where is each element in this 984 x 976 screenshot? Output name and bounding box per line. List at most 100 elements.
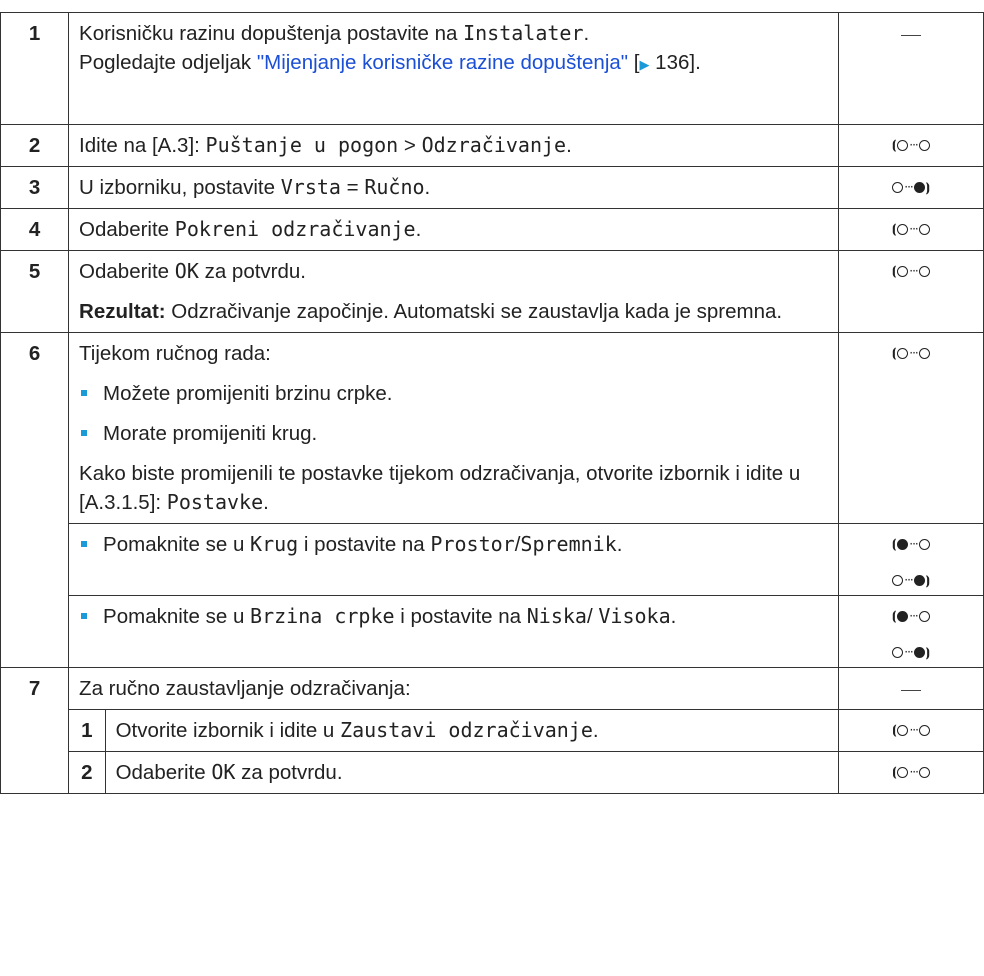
step-row-2: 2 Idite na [A.3]: Puštanje u pogon > Odz… — [0, 124, 984, 167]
text: Odaberite — [79, 260, 175, 283]
step-number: 5 — [0, 250, 70, 333]
step-number: 4 — [0, 208, 70, 251]
step-text: U izborniku, postavite Vrsta = Ručno. — [68, 166, 839, 209]
text: = — [340, 176, 365, 199]
step-text: Za ručno zaustavljanje odzračivanja: — [68, 667, 839, 710]
text: . — [616, 533, 623, 556]
dash-icon — [901, 690, 921, 691]
step-text: Tijekom ručnog rada: Možete promijeniti … — [68, 332, 839, 524]
menu-value: Vrsta — [280, 175, 341, 199]
text: Pogledajte odjeljak — [79, 51, 257, 74]
step-text: Pomaknite se u Krug i postavite na Prost… — [68, 523, 839, 596]
icon-cell — [838, 667, 984, 710]
step-text: Pomaknite se u Brzina crpke i postavite … — [68, 595, 839, 668]
substep-number: 2 — [69, 751, 106, 793]
right-dial-turn-icon: ··· ⦘ — [892, 638, 930, 667]
menu-value: Pokreni odzračivanje — [174, 217, 416, 241]
icon-cell: ⦗ ··· ··· ⦘ — [838, 523, 984, 596]
step-text: Idite na [A.3]: Puštanje u pogon > Odzra… — [68, 124, 839, 167]
left-dial-press-icon: ⦗ ··· — [892, 716, 930, 745]
text: . — [415, 218, 422, 241]
step-number: 7 — [0, 667, 70, 794]
step-text: Odaberite OK za potvrdu. Rezultat: Odzra… — [68, 250, 839, 333]
substep-text: Otvorite izbornik i idite u Zaustavi odz… — [105, 710, 840, 752]
text: 136]. — [649, 51, 701, 74]
substep-row-1: 1 Otvorite izbornik i idite u Zaustavi o… — [69, 710, 983, 752]
menu-value: Puštanje u pogon — [205, 133, 399, 157]
menu-value: Odzračivanje — [421, 133, 567, 157]
menu-value: Postavke — [166, 490, 264, 514]
text: Pomaknite se u — [103, 605, 251, 628]
step-row-7-substeps: 1 Otvorite izbornik i idite u Zaustavi o… — [1, 709, 984, 794]
menu-value: OK — [211, 760, 236, 784]
step-row-6-sub-1: Pomaknite se u Krug i postavite na Prost… — [1, 523, 984, 596]
menu-value: Spremnik — [520, 532, 617, 556]
text: Otvorite izbornik i idite u — [115, 719, 341, 742]
icon-cell: ⦗ ··· — [838, 208, 984, 251]
icon-cell: ⦗ ··· — [838, 751, 983, 793]
text: i postavite na — [298, 533, 431, 556]
step-number: 1 — [0, 12, 70, 125]
icon-cell: ⦗ ··· — [838, 250, 984, 333]
step-text: Odaberite Pokreni odzračivanje. — [68, 208, 839, 251]
step-number: 2 — [0, 124, 70, 167]
left-dial-press-icon: ⦗ ··· — [892, 339, 930, 368]
menu-value: Visoka — [598, 604, 671, 628]
section-link[interactable]: "Mijenjanje korisničke razine dopuštenja… — [257, 51, 628, 74]
left-dial-press-icon: ⦗ ··· — [892, 758, 930, 787]
bullet-item: Morate promijeniti krug. — [79, 419, 828, 448]
right-dial-turn-icon: ··· ⦘ — [892, 566, 930, 595]
left-dial-turn-icon: ⦗ ··· — [892, 530, 930, 559]
text: U izborniku, postavite — [79, 176, 281, 199]
menu-value: Brzina crpke — [250, 604, 395, 628]
text: Odaberite — [115, 761, 212, 784]
bullet-item: Možete promijeniti brzinu crpke. — [79, 379, 828, 408]
icon-cell: ⦗ ··· — [838, 124, 984, 167]
icon-cell: ⦗ ··· — [838, 332, 984, 524]
step-row-6-sub-2: Pomaknite se u Brzina crpke i postavite … — [1, 595, 984, 668]
step-row-4: 4 Odaberite Pokreni odzračivanje. ⦗ ··· — [0, 208, 984, 251]
value-instalater: Instalater — [463, 21, 584, 45]
icon-cell: ⦗ ··· ··· ⦘ — [838, 595, 984, 668]
text: [ — [628, 51, 640, 74]
left-dial-press-icon: ⦗ ··· — [892, 131, 930, 160]
substep-table: 1 Otvorite izbornik i idite u Zaustavi o… — [69, 710, 983, 793]
text: . — [583, 22, 590, 45]
text: . — [424, 176, 431, 199]
step-row-3: 3 U izborniku, postavite Vrsta = Ručno. … — [0, 166, 984, 209]
menu-value: Prostor — [430, 532, 515, 556]
text: Tijekom ručnog rada: — [79, 342, 271, 365]
text: . — [566, 134, 572, 157]
text: i postavite na — [394, 605, 527, 628]
text: za potvrdu. — [235, 761, 343, 784]
left-dial-turn-icon: ⦗ ··· — [892, 602, 930, 631]
substep-number: 1 — [69, 710, 106, 752]
step-row-1: 1 Korisničku razinu dopuštenja postavite… — [0, 12, 984, 125]
text: . — [592, 719, 599, 742]
substeps: 1 Otvorite izbornik i idite u Zaustavi o… — [68, 709, 984, 794]
step-number: 3 — [0, 166, 70, 209]
icon-cell: ⦗ ··· — [839, 710, 983, 752]
menu-value: Krug — [250, 532, 299, 556]
text: . — [263, 491, 269, 514]
text: . — [670, 605, 677, 628]
text: / — [586, 605, 593, 628]
step-number: 6 — [0, 332, 70, 668]
result-label: Rezultat: — [79, 300, 166, 323]
substep-text: Odaberite OK za potvrdu. — [105, 751, 840, 793]
dash-icon — [901, 35, 921, 36]
left-dial-press-icon: ⦗ ··· — [892, 215, 930, 244]
text: Korisničku razinu dopuštenja postavite n… — [79, 22, 464, 45]
text: za potvrdu. — [198, 260, 306, 283]
icon-cell: ··· ⦘ — [838, 166, 984, 209]
menu-value: Niska — [526, 604, 587, 628]
step-row-5: 5 Odaberite OK za potvrdu. Rezultat: Odz… — [0, 250, 984, 333]
text: Odaberite — [79, 218, 175, 241]
step-text: Korisničku razinu dopuštenja postavite n… — [68, 12, 839, 125]
text: > — [398, 134, 422, 157]
icon-cell — [838, 12, 984, 125]
right-dial-turn-icon: ··· ⦘ — [892, 173, 930, 202]
menu-value: OK — [174, 259, 199, 283]
step-row-7: 7 Za ručno zaustavljanje odzračivanja: — [0, 667, 984, 794]
result-text: Odzračivanje započinje. Automatski se za… — [165, 300, 783, 323]
